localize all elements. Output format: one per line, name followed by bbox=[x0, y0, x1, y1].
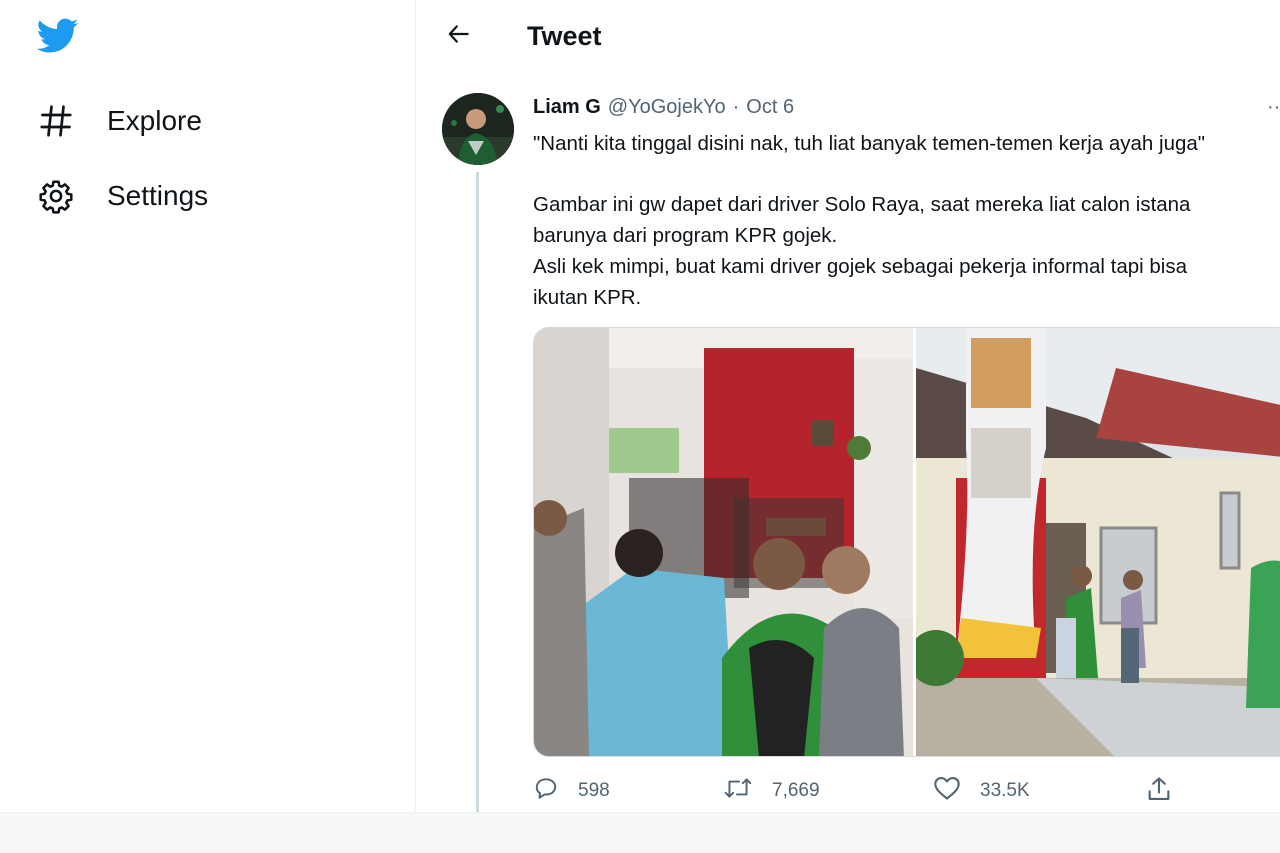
retweet-count: 7,669 bbox=[772, 779, 820, 801]
reply-icon bbox=[533, 775, 559, 806]
back-button[interactable] bbox=[441, 18, 477, 54]
reply-button[interactable]: 598 bbox=[533, 775, 610, 806]
back-arrow-icon bbox=[446, 21, 472, 52]
author-name[interactable]: Liam G bbox=[533, 96, 601, 119]
tweet-text: "Nanti kita tinggal disini nak, tuh liat… bbox=[533, 128, 1280, 313]
like-button[interactable]: 33.5K bbox=[933, 775, 1030, 806]
left-sidebar: Explore Settings bbox=[0, 0, 416, 812]
main-column: Tweet Liam G @YoGojekYo · Oct 6 ·· "Nant… bbox=[417, 0, 1280, 812]
tweet-text-line: barunya dari program KPR gojek. bbox=[533, 224, 838, 247]
tweet-photo-interior[interactable] bbox=[534, 328, 913, 756]
tweet-date[interactable]: Oct 6 bbox=[746, 96, 794, 119]
retweet-button[interactable]: 7,669 bbox=[723, 775, 820, 806]
thread-line bbox=[476, 172, 479, 812]
tweet-header: Liam G @YoGojekYo · Oct 6 bbox=[533, 96, 794, 119]
separator-dot: · bbox=[732, 96, 740, 118]
sidebar-item-label: Settings bbox=[107, 180, 209, 211]
tweet-text-line: Gambar ini gw dapet dari driver Solo Ray… bbox=[533, 193, 1191, 216]
share-button[interactable] bbox=[1145, 775, 1173, 808]
gear-icon bbox=[36, 176, 76, 216]
retweet-icon bbox=[723, 775, 753, 806]
tweet-photo-house[interactable] bbox=[908, 328, 1280, 756]
avatar[interactable] bbox=[442, 93, 514, 165]
twitter-logo-icon[interactable] bbox=[36, 18, 79, 54]
like-count: 33.5K bbox=[980, 779, 1030, 801]
author-handle[interactable]: @YoGojekYo bbox=[608, 96, 726, 119]
tweet-media bbox=[533, 327, 1280, 757]
sidebar-item-explore[interactable]: Explore bbox=[36, 101, 202, 141]
share-icon bbox=[1145, 775, 1173, 808]
hashtag-icon bbox=[36, 101, 76, 141]
reply-count: 598 bbox=[578, 779, 610, 801]
page-title: Tweet bbox=[527, 21, 602, 51]
tweet-text-line: Asli kek mimpi, buat kami driver gojek s… bbox=[533, 255, 1188, 278]
tweet-actions: 598 7,669 33.5K bbox=[533, 775, 1280, 809]
sidebar-item-label: Explore bbox=[107, 105, 202, 136]
tweet-text-line: "Nanti kita tinggal disini nak, tuh liat… bbox=[533, 132, 1206, 155]
more-options-button[interactable]: ·· bbox=[1267, 96, 1280, 119]
tweet-text-line: ikutan KPR. bbox=[533, 286, 642, 309]
sidebar-item-settings[interactable]: Settings bbox=[36, 176, 208, 216]
heart-icon bbox=[933, 775, 961, 806]
bottom-bar bbox=[0, 812, 1280, 853]
